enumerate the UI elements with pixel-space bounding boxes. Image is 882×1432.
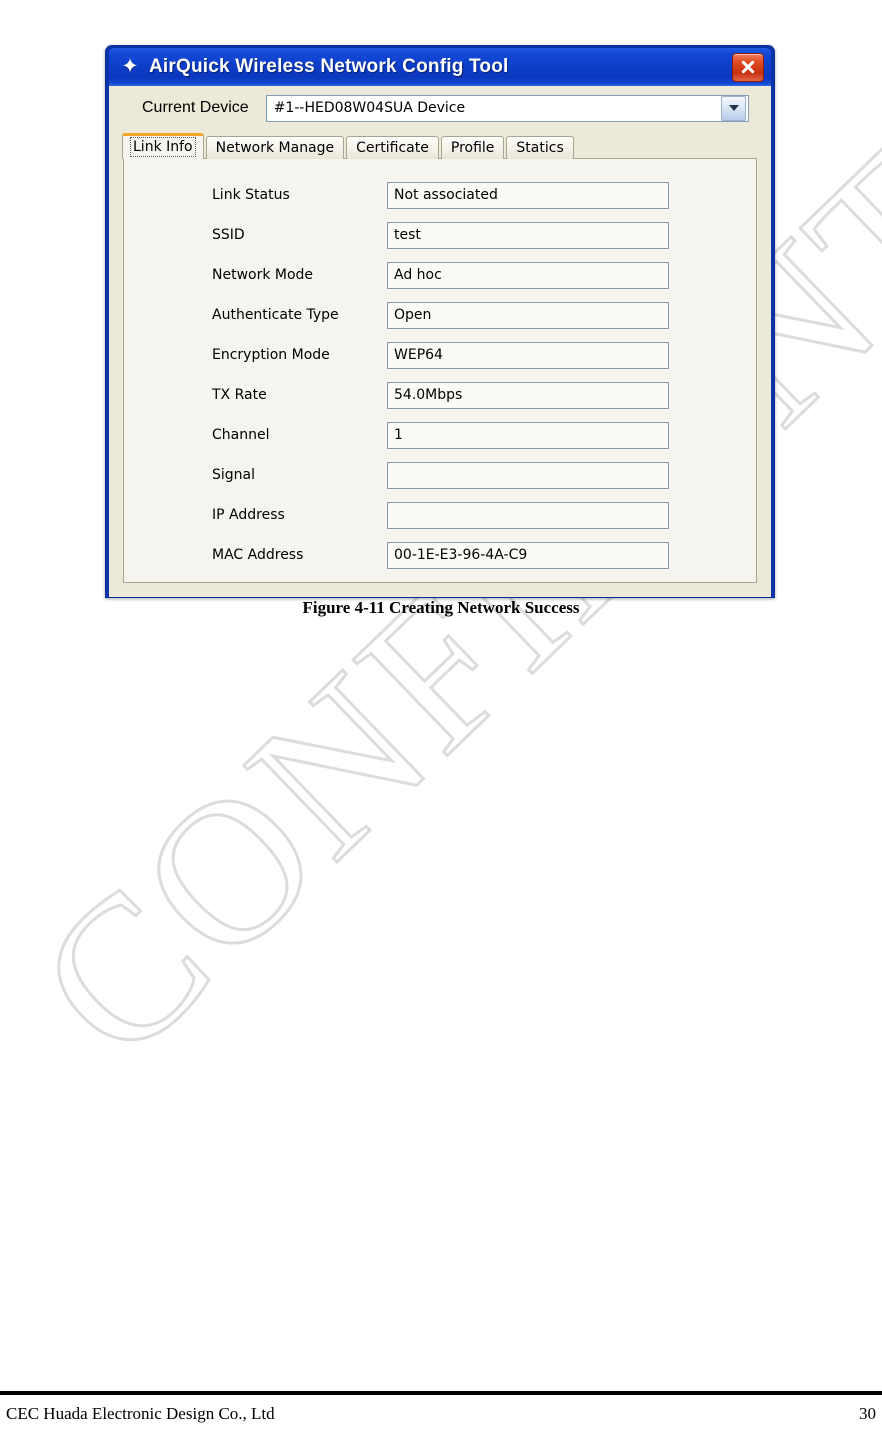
footer-rule [0,1391,882,1395]
close-icon[interactable] [732,52,764,82]
field-value-link-status[interactable]: Not associated [387,181,669,209]
figure-caption: Figure 4-11 Creating Network Success [302,598,580,617]
field-value-authenticate-type[interactable]: Open [387,301,669,329]
field-label: Authenticate Type [212,307,339,323]
tab-statics[interactable]: Statics [506,136,574,159]
field-row: IP Address [212,495,734,535]
field-row: Authenticate Type Open [212,295,734,335]
field-label: Network Mode [212,267,314,283]
field-label: Channel [212,427,270,443]
tab-profile[interactable]: Profile [440,136,505,159]
tab-strip: Link Info Network Manage Certificate Profil… [122,133,771,159]
field-label: Signal [212,467,256,483]
field-value-channel[interactable]: 1 [387,421,669,449]
field-label: Link Status [212,187,290,203]
field-row: Encryption Mode WEP64 [212,335,734,375]
field-row: TX Rate 54.0Mbps [212,375,734,415]
field-value-tx-rate[interactable]: 54.0Mbps [387,381,669,409]
current-device-label: Current Device [142,99,249,116]
current-device-row: Current Device #1--HED08W04SUA Device [109,86,771,126]
field-value-mac-address[interactable]: 00-1E-E3-96-4A-C9 [387,541,669,569]
window-title: AirQuick Wireless Network Config Tool [149,56,509,77]
field-value-ssid[interactable]: test [387,221,669,249]
tab-label: Link Info [130,137,196,157]
field-label: IP Address [212,507,285,523]
field-value-ip-address[interactable] [387,501,669,529]
star-icon: ✦ [121,54,139,78]
field-label: MAC Address [212,547,304,563]
field-row: Link Status Not associated [212,175,734,215]
field-value-encryption-mode[interactable]: WEP64 [387,341,669,369]
field-label: Encryption Mode [212,347,330,363]
link-info-panel: Link Status Not associated SSID test Network… [123,158,757,583]
field-label: TX Rate [212,387,267,403]
field-row: SSID test [212,215,734,255]
tab-certificate[interactable]: Certificate [346,136,439,159]
field-row: Signal [212,455,734,495]
field-row: Network Mode Ad hoc [212,255,734,295]
current-device-select[interactable]: #1--HED08W04SUA Device [265,94,749,122]
tab-network-manage[interactable]: Network Manage [205,136,345,159]
footer-page-number: 30 [859,1404,876,1423]
field-label: SSID [212,227,245,243]
field-value-signal[interactable] [387,461,669,489]
tab-link-info[interactable]: Link Info [122,133,204,159]
footer-company: CEC Huada Electronic Design Co., Ltd [6,1404,275,1423]
page-footer: CEC Huada Electronic Design Co., Ltd 30 [0,1400,882,1428]
window-titlebar: ✦ AirQuick Wireless Network Config Tool [109,48,771,86]
field-row: Channel 1 [212,415,734,455]
airquick-config-window: ✦ AirQuick Wireless Network Config Tool … [105,45,775,598]
field-row: MAC Address 00-1E-E3-96-4A-C9 [212,535,734,575]
chevron-down-icon[interactable] [721,95,746,121]
current-device-value: #1--HED08W04SUA Device [273,100,466,116]
field-value-network-mode[interactable]: Ad hoc [387,261,669,289]
link-info-field-list: Link Status Not associated SSID test Network… [124,159,756,575]
window-client-area: Current Device #1--HED08W04SUA Device Li… [109,86,771,597]
